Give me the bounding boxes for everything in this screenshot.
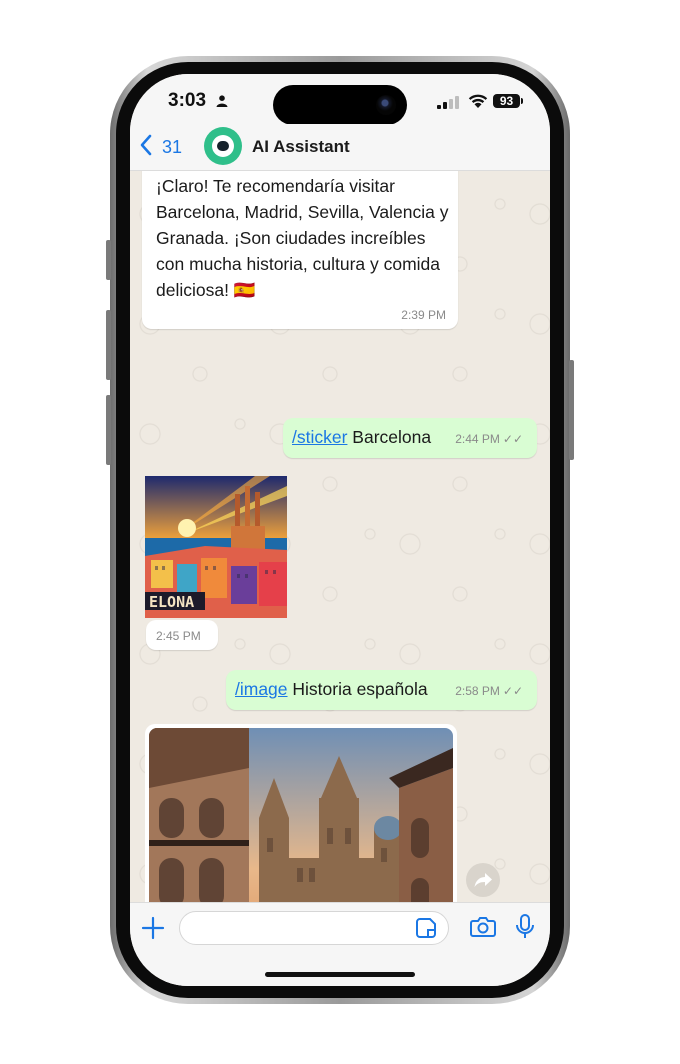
incoming-message[interactable]: ¡Claro! Te recomendaría visitar Barcelon… [142,171,458,329]
message-text: /image Historia española [235,679,428,700]
sticker-image[interactable]: ELONA [145,476,287,618]
mic-icon[interactable] [515,913,535,941]
power-button [569,360,574,460]
message-text: /sticker Barcelona [292,427,431,448]
command-link[interactable]: /image [235,679,288,699]
person-icon [216,95,228,107]
message-time: 2:39 PM [401,308,446,322]
message-input-bar [130,902,550,986]
chat-header: 31 AI Assistant [130,124,550,171]
incoming-image-message[interactable] [145,724,457,902]
action-button [106,240,111,280]
phone-screen: 3:03 93 31 AI Assistant ¡Claro! Te recom… [130,74,550,986]
robot-icon [212,135,234,157]
forward-icon [474,873,492,887]
robot-face [217,141,229,151]
forward-button[interactable] [466,863,500,897]
avatar[interactable] [204,127,242,165]
spanish-history-image[interactable] [149,728,453,902]
message-time: 2:58 PM [455,684,500,698]
front-camera [376,95,396,115]
sticker-icon[interactable] [415,917,437,939]
battery-tip [521,98,523,104]
contact-name[interactable]: AI Assistant [252,137,350,157]
status-bar: 3:03 93 [130,74,550,125]
message-text: ¡Claro! Te recomendaría visitar Barcelon… [156,176,449,300]
message-body: Historia española [287,679,428,699]
read-receipt-icon: ✓✓ [502,432,523,446]
signal-icon [437,96,459,109]
battery-indicator: 93 [493,94,520,108]
spanish-history-art [149,728,453,902]
message-time: 2:44 PM [455,432,500,446]
message-time: 2:45 PM [156,629,201,643]
sticker-time-pill: 2:45 PM [146,620,218,650]
read-receipt-icon: ✓✓ [502,684,523,698]
volume-down-button [106,395,111,465]
message-input[interactable] [179,911,449,945]
message-body: Barcelona [347,427,432,447]
status-time: 3:03 [168,90,207,111]
message-meta: 2:44 PM ✓✓ [455,432,523,446]
back-chevron-icon[interactable] [138,133,154,157]
home-indicator[interactable] [265,972,415,977]
wifi-icon [468,94,488,108]
command-link[interactable]: /sticker [292,427,347,447]
sticker-caption: ELONA [149,593,194,611]
chat-area[interactable]: ¡Claro! Te recomendaría visitar Barcelon… [130,171,550,902]
plus-icon[interactable] [140,915,166,941]
barcelona-sticker-art: ELONA [145,476,287,618]
unread-count[interactable]: 31 [162,137,182,158]
outgoing-message[interactable]: /sticker Barcelona 2:44 PM ✓✓ [283,418,537,458]
outgoing-message[interactable]: /image Historia española 2:58 PM ✓✓ [226,670,537,710]
camera-icon[interactable] [470,916,496,938]
volume-up-button [106,310,111,380]
message-meta: 2:58 PM ✓✓ [455,684,523,698]
